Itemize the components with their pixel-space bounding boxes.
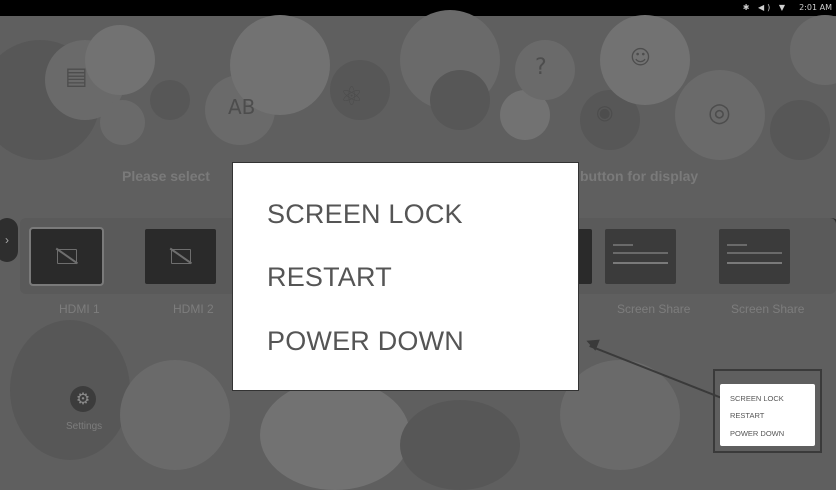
source-label-hdmi-1: HDMI 1 <box>59 302 100 316</box>
bubble <box>100 100 145 145</box>
no-signal-icon <box>57 249 77 264</box>
status-icons: ✱ ◀) ▼ <box>742 3 788 12</box>
book-icon: ▤ <box>65 62 88 90</box>
bubble <box>120 360 230 470</box>
prompt-text-right: button for display <box>580 168 699 184</box>
bubble <box>85 25 155 95</box>
bubble <box>10 320 130 460</box>
source-tile-screen-share-2[interactable] <box>719 229 790 284</box>
restart-option[interactable]: RESTART <box>267 262 392 293</box>
gear-icon[interactable]: ⚙ <box>70 386 96 412</box>
atom-icon: ⚛ <box>340 82 364 112</box>
bubble <box>150 80 190 120</box>
clock: 2:01 AM <box>799 3 832 12</box>
scroll-left-button[interactable]: › <box>0 218 18 262</box>
preview-line <box>613 262 668 264</box>
mini-power-menu: SCREEN LOCK RESTART POWER DOWN <box>720 384 815 446</box>
abc-icon: AB <box>228 95 256 119</box>
source-tile-hdmi-1[interactable] <box>29 227 104 286</box>
status-bar: ✱ ◀) ▼ 2:01 AM <box>0 0 836 16</box>
source-label-screen-share-2: Screen Share <box>731 302 805 316</box>
mini-menu-screen-lock[interactable]: SCREEN LOCK <box>730 394 784 403</box>
preview-line <box>613 244 633 246</box>
globe-icon: ◎ <box>708 98 731 128</box>
preview-line <box>613 252 668 254</box>
power-down-option[interactable]: POWER DOWN <box>267 326 464 357</box>
screen-lock-option[interactable]: SCREEN LOCK <box>267 199 463 230</box>
mini-menu-restart[interactable]: RESTART <box>730 411 764 420</box>
question-icon: ? <box>535 55 547 80</box>
bubble <box>430 70 490 130</box>
preview-line <box>727 262 782 264</box>
bulb-icon: ◉ <box>596 100 614 124</box>
no-signal-icon <box>171 249 191 264</box>
source-tile-screen-share-1[interactable] <box>605 229 676 284</box>
bubble <box>400 400 520 490</box>
source-label-hdmi-2: HDMI 2 <box>173 302 214 316</box>
source-label-screen-share-1: Screen Share <box>617 302 691 316</box>
bubble <box>770 100 830 160</box>
preview-line <box>727 244 747 246</box>
bubble <box>790 15 836 85</box>
bubble <box>260 380 410 490</box>
power-menu-dialog: SCREEN LOCK RESTART POWER DOWN <box>232 162 579 391</box>
settings-label: Settings <box>66 421 103 432</box>
prompt-text-left: Please select <box>122 168 210 184</box>
people-icon: ☺ <box>630 45 651 69</box>
mini-menu-power-down[interactable]: POWER DOWN <box>730 429 784 438</box>
source-tile-hdmi-2[interactable] <box>145 229 216 284</box>
preview-line <box>727 252 782 254</box>
